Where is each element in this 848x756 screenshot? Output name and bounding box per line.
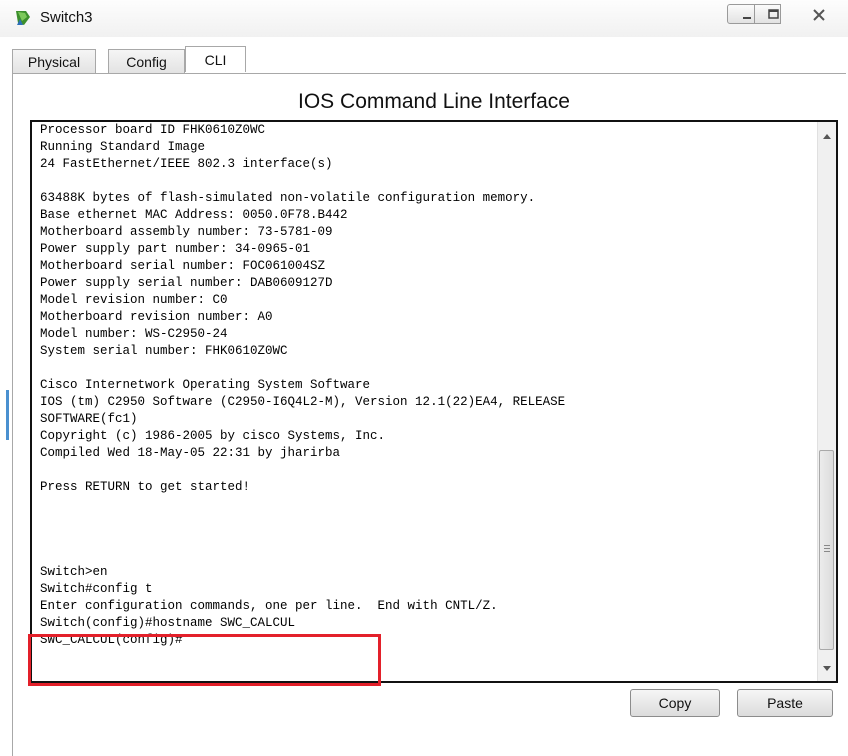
- tab-config[interactable]: Config: [108, 49, 185, 73]
- window-edge-accent: [6, 390, 9, 440]
- grip-line: [824, 545, 830, 546]
- minimize-button[interactable]: [727, 4, 755, 24]
- terminal-line: Press RETURN to get started!: [40, 480, 251, 494]
- terminal-line: Model number: WS-C2950-24: [40, 327, 228, 341]
- switch3-window: Switch3 Physical Config CLI IOS Command …: [0, 0, 848, 756]
- terminal-line: Cisco Internetwork Operating System Soft…: [40, 378, 371, 392]
- terminal-output[interactable]: Processor board ID FHK0610Z0WC Running S…: [40, 122, 810, 649]
- terminal-line: Motherboard revision number: A0: [40, 310, 273, 324]
- terminal-line: Base ethernet MAC Address: 0050.0F78.B44…: [40, 208, 348, 222]
- switch-device-icon: [16, 11, 30, 25]
- terminal-scrollbar[interactable]: [817, 122, 836, 681]
- copy-button[interactable]: Copy: [630, 689, 720, 717]
- tab-cli[interactable]: CLI: [185, 46, 246, 72]
- terminal-line: IOS (tm) C2950 Software (C2950-I6Q4L2-M)…: [40, 395, 566, 409]
- grip-line: [824, 551, 830, 552]
- cli-terminal[interactable]: Processor board ID FHK0610Z0WC Running S…: [30, 120, 838, 683]
- terminal-line: Switch#config t: [40, 582, 153, 596]
- terminal-line: SOFTWARE(fc1): [40, 412, 138, 426]
- terminal-line: Compiled Wed 18-May-05 22:31 by jharirba: [40, 446, 341, 460]
- grip-line: [824, 548, 830, 549]
- maximize-button[interactable]: [754, 4, 781, 24]
- title-bar: Switch3: [0, 0, 848, 37]
- terminal-line: Power supply serial number: DAB0609127D: [40, 276, 333, 290]
- close-icon: [813, 9, 825, 21]
- terminal-line: Switch(config)#hostname SWC_CALCUL: [40, 616, 296, 630]
- close-button[interactable]: [791, 4, 836, 24]
- maximize-icon: [768, 9, 779, 19]
- terminal-line: Motherboard assembly number: 73-5781-09: [40, 225, 333, 239]
- scroll-down-icon[interactable]: [823, 666, 831, 671]
- terminal-line: Enter configuration commands, one per li…: [40, 599, 498, 613]
- tab-physical[interactable]: Physical: [12, 49, 96, 73]
- hostname-highlight-box: [28, 634, 381, 686]
- terminal-line: Running Standard Image: [40, 140, 206, 154]
- terminal-line: Copyright (c) 1986-2005 by cisco Systems…: [40, 429, 386, 443]
- terminal-line: Motherboard serial number: FOC061004SZ: [40, 259, 326, 273]
- terminal-line: Switch>en: [40, 565, 108, 579]
- cli-heading: IOS Command Line Interface: [298, 90, 570, 113]
- terminal-line: System serial number: FHK0610Z0WC: [40, 344, 288, 358]
- scroll-thumb[interactable]: [819, 450, 834, 650]
- terminal-line: Power supply part number: 34-0965-01: [40, 242, 311, 256]
- paste-button[interactable]: Paste: [737, 689, 833, 717]
- terminal-line: Processor board ID FHK0610Z0WC: [40, 123, 266, 137]
- terminal-line: 24 FastEthernet/IEEE 802.3 interface(s): [40, 157, 333, 171]
- window-title: Switch3: [40, 9, 93, 26]
- terminal-line: Model revision number: C0: [40, 293, 228, 307]
- scroll-up-icon[interactable]: [823, 134, 831, 139]
- terminal-line: 63488K bytes of flash-simulated non-vola…: [40, 191, 536, 205]
